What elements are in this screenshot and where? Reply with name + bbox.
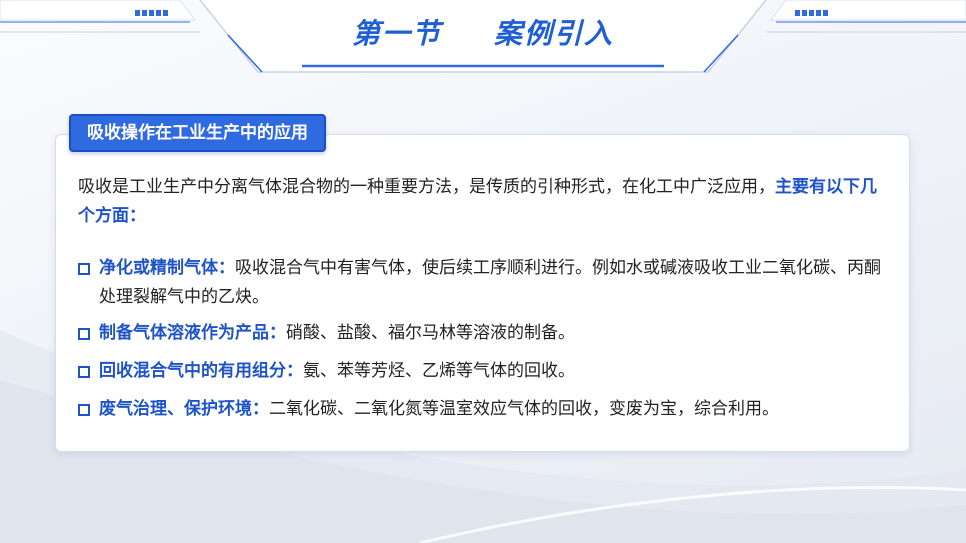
list-item: 废气治理、保护环境：二氧化碳、二氧化氮等温室效应气体的回收，变废为宝，综合利用。	[78, 395, 896, 424]
item-title: 回收混合气中的有用组分：	[99, 361, 303, 381]
item-title: 制备气体溶液作为产品：	[99, 323, 286, 343]
title-part1: 第一节	[351, 17, 442, 50]
list-item: 回收混合气中的有用组分：氨、苯等芳烃、乙烯等气体的回收。	[78, 357, 896, 386]
item-text: 氨、苯等芳烃、乙烯等气体的回收。	[303, 361, 575, 381]
title-part2: 案例引入	[494, 17, 615, 50]
section-tag: 吸收操作在工业生产中的应用	[69, 114, 326, 152]
item-title: 废气治理、保护环境：	[99, 399, 269, 419]
page-title: 第一节 案例引入	[0, 12, 966, 52]
square-bullet-icon	[78, 263, 90, 275]
square-bullet-icon	[78, 328, 90, 340]
square-bullet-icon	[78, 404, 90, 416]
intro-paragraph: 吸收是工业生产中分离气体混合物的一种重要方法，是传质的引种形式，在化工中广泛应用…	[78, 173, 893, 231]
item-text: 二氧化碳、二氧化氮等温室效应气体的回收，变废为宝，综合利用。	[269, 399, 779, 419]
list-item: 净化或精制气体：吸收混合气中有害气体，使后续工序顺利进行。例如水或碱液吸收工业二…	[78, 254, 896, 312]
intro-text: 吸收是工业生产中分离气体混合物的一种重要方法，是传质的引种形式，在化工中广泛应用…	[78, 177, 775, 197]
item-title: 净化或精制气体：	[99, 258, 235, 278]
item-text: 硝酸、盐酸、福尔马林等溶液的制备。	[286, 323, 575, 343]
square-bullet-icon	[78, 366, 90, 378]
list-item: 制备气体溶液作为产品：硝酸、盐酸、福尔马林等溶液的制备。	[78, 319, 896, 348]
